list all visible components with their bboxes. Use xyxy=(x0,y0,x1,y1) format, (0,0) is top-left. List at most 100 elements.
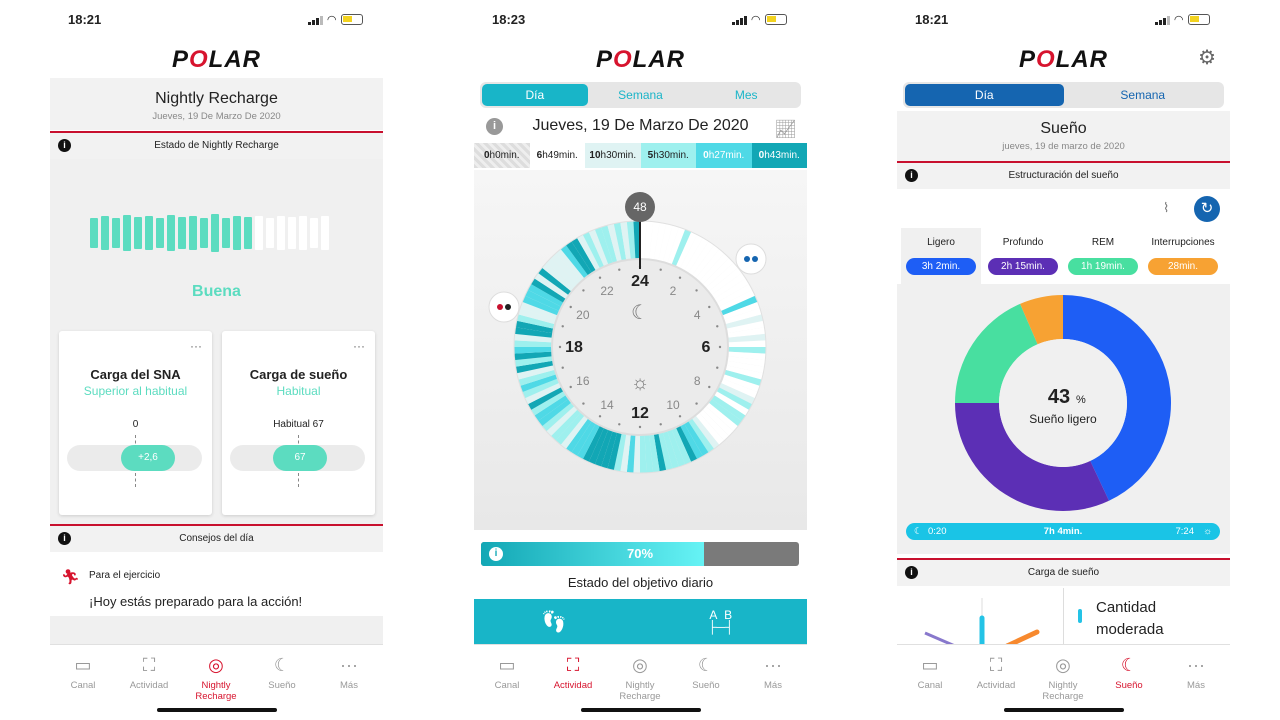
intensity-cell[interactable]: 5h30min. xyxy=(640,143,696,168)
intensity-cell[interactable]: 6h49min. xyxy=(529,143,585,168)
recharge-icon: ◎ xyxy=(1055,655,1071,675)
intensity-cell[interactable]: 0h0min. xyxy=(474,143,530,168)
footsteps-icon[interactable]: 👣︎ xyxy=(540,609,568,635)
stage-ligero[interactable]: Ligero 3h 2min. xyxy=(901,228,981,284)
tip-message: ¡Hoy estás preparado para la acción! xyxy=(89,594,303,609)
tab-sueno[interactable]: ☾ Sueño xyxy=(673,653,739,691)
cycle-view-icon[interactable]: ↻ xyxy=(1194,196,1220,222)
tab-nightly-recharge[interactable]: ◎ Nightly Recharge xyxy=(607,653,673,702)
day-date: Jueves, 19 De Marzo De 2020 xyxy=(532,117,749,134)
tab-actividad[interactable]: ⛶ Actividad xyxy=(540,653,606,691)
tab-canal[interactable]: ▭ Canal xyxy=(897,653,963,691)
tab-sueno[interactable]: ☾ Sueño xyxy=(249,653,315,691)
sun-icon: ☼ xyxy=(631,372,649,394)
info-icon[interactable]: i xyxy=(58,139,71,152)
clock-tick xyxy=(659,423,662,426)
clock-tick xyxy=(695,289,698,292)
recharge-bar xyxy=(167,215,175,251)
clock-tick xyxy=(716,325,719,328)
info-icon[interactable]: i xyxy=(905,566,918,579)
sleep-load-text: Cantidad moderada xyxy=(1096,599,1164,638)
segment-dia[interactable]: Día xyxy=(482,84,588,106)
recharge-bar xyxy=(90,218,98,248)
stage-value: 3h 2min. xyxy=(906,258,976,275)
polar-logo: POLAR xyxy=(171,46,262,73)
recharge-bar xyxy=(244,217,252,249)
clock-tick xyxy=(708,305,711,309)
page-date: jueves, 19 de marzo de 2020 xyxy=(1002,141,1125,152)
hypnogram-icon[interactable]: ⌇ xyxy=(1163,200,1169,216)
tab-nightly-recharge[interactable]: ◎ Nightly Recharge xyxy=(183,653,249,702)
clock-tick xyxy=(582,402,585,405)
card-title: Carga de sueño xyxy=(249,367,348,382)
stage-name: Interrupciones xyxy=(1151,237,1215,248)
intensity-cell[interactable]: 0h27min. xyxy=(696,143,752,168)
tab-mas[interactable]: ··· Más xyxy=(740,653,806,691)
sleep-end: 7:24 xyxy=(1175,526,1195,537)
segment-semana[interactable]: Semana xyxy=(588,84,694,106)
inactivity-marker[interactable] xyxy=(488,291,520,323)
clock-hour-label: 10 xyxy=(666,398,680,412)
trend-chart-icon[interactable]: 📈︎ xyxy=(774,116,797,142)
tab-nightly-recharge[interactable]: ◎ Nightly Recharge xyxy=(1030,653,1096,702)
period-selector: Día Semana Mes xyxy=(480,82,801,108)
moon-icon: ☾ xyxy=(1120,655,1138,675)
more-icon[interactable]: ··· xyxy=(353,339,365,353)
recharge-bar xyxy=(211,214,219,252)
more-icon[interactable]: ··· xyxy=(190,339,202,353)
goal-caption: Estado del objetivo diario xyxy=(567,575,714,590)
recharge-bar xyxy=(189,216,197,250)
status-bar: 18:23 ◠ xyxy=(474,10,807,30)
stage-rem[interactable]: REM 1h 19min. xyxy=(1063,228,1143,284)
recharge-bar xyxy=(233,216,241,250)
sleep-screen: 18:21 ◠ POLAR ⚙ Día Semana Sueño jueves,… xyxy=(897,0,1230,720)
wifi-icon: ◠ xyxy=(751,14,760,26)
recharge-bar xyxy=(112,218,120,248)
sleep-charge-card[interactable]: ··· Carga de sueño Habitual Habitual 67 … xyxy=(222,331,375,515)
stage-interrupciones[interactable]: Interrupciones 28min. xyxy=(1143,228,1223,284)
tab-actividad[interactable]: ⛶ Actividad xyxy=(963,653,1029,691)
segment-dia[interactable]: Día xyxy=(905,84,1064,106)
tab-canal[interactable]: ▭ Canal xyxy=(50,653,116,691)
status-time: 18:21 xyxy=(68,12,102,27)
ans-charge-card[interactable]: ··· Carga del SNA Superior al habitual 0… xyxy=(59,331,212,515)
status-bar: 18:21 ◠ xyxy=(897,10,1230,30)
recharge-bar xyxy=(321,216,329,250)
stage-value: 2h 15min. xyxy=(988,258,1058,275)
tab-sueno[interactable]: ☾ Sueño xyxy=(1096,653,1162,691)
info-icon[interactable]: i xyxy=(486,118,503,135)
stage-name: Profundo xyxy=(1002,237,1044,248)
tab-mas[interactable]: ··· Más xyxy=(316,653,382,691)
intensity-cell[interactable]: 10h30min. xyxy=(585,143,641,168)
recharge-bar xyxy=(178,217,186,249)
clock-tick xyxy=(618,423,621,426)
segment-mes[interactable]: Mes xyxy=(693,84,799,106)
activity-marker[interactable] xyxy=(735,243,767,275)
sleep-total: 7h 4min. xyxy=(1043,526,1083,537)
home-indicator xyxy=(581,708,701,712)
info-icon[interactable]: i xyxy=(905,169,918,182)
recharge-bars xyxy=(90,214,329,252)
sleep-stages: Ligero 3h 2min. Profundo 2h 15min. REM 1h 19m… xyxy=(897,228,1230,284)
info-icon[interactable]: i xyxy=(58,532,71,545)
status-bar: 18:21 ◠ xyxy=(50,10,383,30)
recharge-bar xyxy=(310,218,318,248)
stage-value: 1h 19min. xyxy=(1068,258,1138,275)
tab-canal[interactable]: ▭ Canal xyxy=(474,653,540,691)
sunrise-icon: ☼ xyxy=(1203,526,1212,537)
stage-profundo[interactable]: Profundo 2h 15min. xyxy=(983,228,1063,284)
activity-clock: 24246810121416182022☾☼48 xyxy=(488,192,767,474)
ab-compare-icon[interactable]: A B ├─┤ xyxy=(708,609,734,633)
tab-mas[interactable]: ··· Más xyxy=(1163,653,1229,691)
gear-icon[interactable]: ⚙ xyxy=(1198,45,1216,70)
intensity-cell[interactable]: 0h43min. xyxy=(751,143,807,168)
stage-name: REM xyxy=(1091,237,1115,248)
clock-hour-label: 8 xyxy=(694,374,701,388)
feed-icon: ▭ xyxy=(498,655,516,675)
gauge-value: +2,6 xyxy=(121,445,175,471)
clock-top-value: 48 xyxy=(633,200,647,214)
segment-semana[interactable]: Semana xyxy=(1064,84,1223,106)
clock-tick xyxy=(569,305,572,309)
recharge-bar xyxy=(200,218,208,248)
tab-actividad[interactable]: ⛶ Actividad xyxy=(116,653,182,691)
